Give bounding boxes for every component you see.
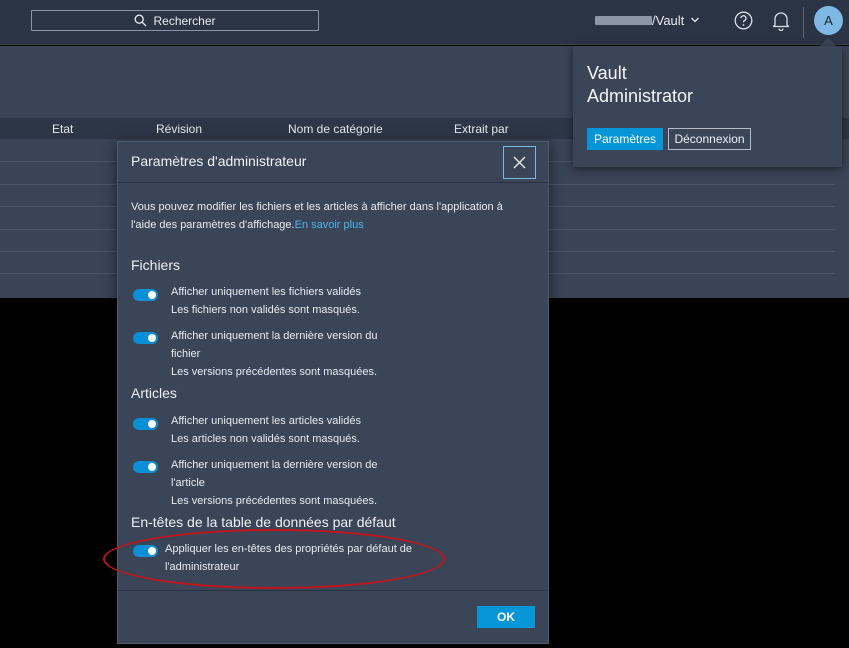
search-icon [135, 14, 147, 27]
option-default-headers: Appliquer les en-têtes des propriétés pa… [165, 540, 423, 576]
option-latest-file-version: Afficher uniquement la dernière version … [171, 327, 401, 381]
user-avatar[interactable]: A [814, 6, 843, 35]
toggle-validated-articles[interactable] [133, 418, 158, 430]
dialog-intro: Vous pouvez modifier les fichiers et les… [131, 198, 531, 234]
option-description: Les versions précédentes sont masquées. [171, 366, 378, 378]
user-menu-popover: Vault Administrator Paramètres Déconnexi… [573, 46, 842, 167]
column-header-etat[interactable]: Etat [52, 122, 73, 136]
option-latest-article-version: Afficher uniquement la dernière version … [171, 456, 401, 510]
redacted-server-name [595, 15, 652, 25]
column-header-revision[interactable]: Révision [156, 122, 202, 136]
toggle-validated-files[interactable] [133, 289, 158, 301]
notification-bell-icon[interactable] [771, 10, 791, 31]
popover-arrow [820, 38, 836, 46]
help-icon[interactable] [734, 11, 753, 30]
dialog-title: Paramètres d'administrateur [131, 153, 307, 169]
option-validated-articles: Afficher uniquement les articles validés… [171, 412, 411, 448]
column-header-checked-out-by[interactable]: Extrait par [454, 122, 509, 136]
ok-button[interactable]: OK [477, 606, 535, 628]
toolbar-divider [803, 7, 804, 38]
option-label: Afficher uniquement les fichiers validés [171, 286, 361, 298]
admin-settings-dialog: Paramètres d'administrateur Vous pouvez … [117, 141, 549, 644]
option-validated-files: Afficher uniquement les fichiers validés… [171, 283, 411, 319]
close-button[interactable] [503, 146, 536, 179]
vault-selector[interactable]: /Vault [595, 11, 700, 29]
dialog-header-divider [118, 182, 548, 183]
option-description: Les fichiers non validés sont masqués. [171, 304, 360, 316]
search-box[interactable]: Rechercher [31, 10, 319, 31]
toggle-latest-file-version[interactable] [133, 332, 158, 344]
option-description: Les versions précédentes sont masquées. [171, 495, 378, 507]
search-placeholder: Rechercher [153, 13, 216, 28]
toggle-latest-article-version[interactable] [133, 461, 158, 473]
top-bar: Rechercher /Vault A [0, 0, 849, 45]
section-title-articles: Articles [131, 385, 177, 401]
vault-name: /Vault [652, 12, 685, 28]
logout-button[interactable]: Déconnexion [668, 128, 751, 150]
close-icon [513, 156, 526, 169]
option-label: Afficher uniquement la dernière version … [171, 330, 378, 360]
option-description: Les articles non validés sont masqués. [171, 433, 360, 445]
option-label: Afficher uniquement les articles validés [171, 415, 361, 427]
option-label: Appliquer les en-têtes des propriétés pa… [165, 543, 413, 573]
dialog-footer-divider [118, 590, 548, 591]
section-title-default-headers: En-têtes de la table de données par défa… [131, 514, 396, 530]
column-header-category[interactable]: Nom de catégorie [288, 122, 383, 136]
user-name: Vault Administrator [587, 63, 694, 106]
option-label: Afficher uniquement la dernière version … [171, 459, 378, 489]
section-title-files: Fichiers [131, 257, 181, 273]
settings-button[interactable]: Paramètres [587, 128, 663, 150]
toggle-default-headers[interactable] [133, 545, 158, 557]
learn-more-link[interactable]: En savoir plus [295, 219, 364, 231]
chevron-down-icon [691, 17, 700, 23]
